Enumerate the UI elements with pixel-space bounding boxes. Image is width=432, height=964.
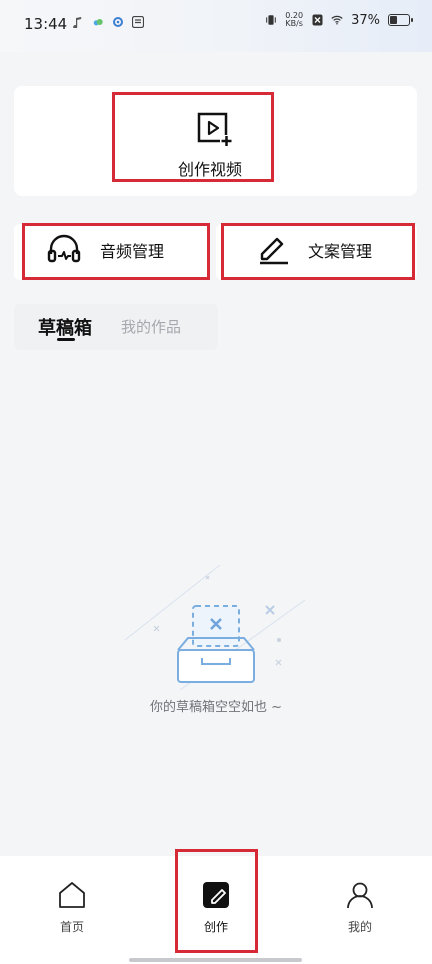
network-speed: 0.20 KB/s [285, 12, 303, 28]
tab-my-works[interactable]: 我的作品 [121, 316, 181, 337]
app-badge-icon [132, 16, 144, 28]
gear-icon [112, 16, 124, 28]
nav-mine-label: 我的 [347, 920, 372, 934]
network-speed-unit: KB/s [285, 19, 303, 28]
wifi-icon [331, 14, 343, 26]
battery-fill [390, 16, 398, 24]
edit-icon [260, 237, 288, 265]
tab-active-indicator [57, 338, 75, 341]
cloud-icon [92, 16, 104, 28]
vibrate-icon [265, 14, 277, 26]
status-bar: 13:44 0.20 KB/s 37% [0, 0, 432, 52]
notification-icons [72, 16, 144, 28]
empty-box-icon [124, 564, 306, 690]
headphones-icon [47, 234, 81, 263]
user-icon [347, 882, 373, 909]
nav-home-label: 首页 [59, 920, 84, 934]
create-nav-highlight [175, 849, 258, 953]
empty-state-text: 你的草稿箱空空如也 ~ [149, 700, 283, 715]
nav-home[interactable]: 首页 [32, 880, 112, 935]
copy-management-label: 文案管理 [308, 242, 373, 261]
create-video-label: 创作视频 [178, 160, 243, 179]
battery-icon [388, 14, 413, 26]
status-time: 13:44 [24, 15, 68, 33]
audio-management-label: 音频管理 [100, 242, 165, 261]
system-indicators: 0.20 KB/s 37% [265, 12, 413, 28]
tab-drafts[interactable]: 草稿箱 [38, 314, 92, 340]
nav-mine[interactable]: 我的 [320, 880, 400, 935]
sim-x-icon [311, 14, 323, 26]
battery-percent: 37% [351, 12, 380, 28]
music-note-icon [72, 16, 84, 28]
video-plus-icon [197, 112, 233, 148]
home-icon [59, 882, 85, 908]
home-indicator [129, 958, 302, 962]
